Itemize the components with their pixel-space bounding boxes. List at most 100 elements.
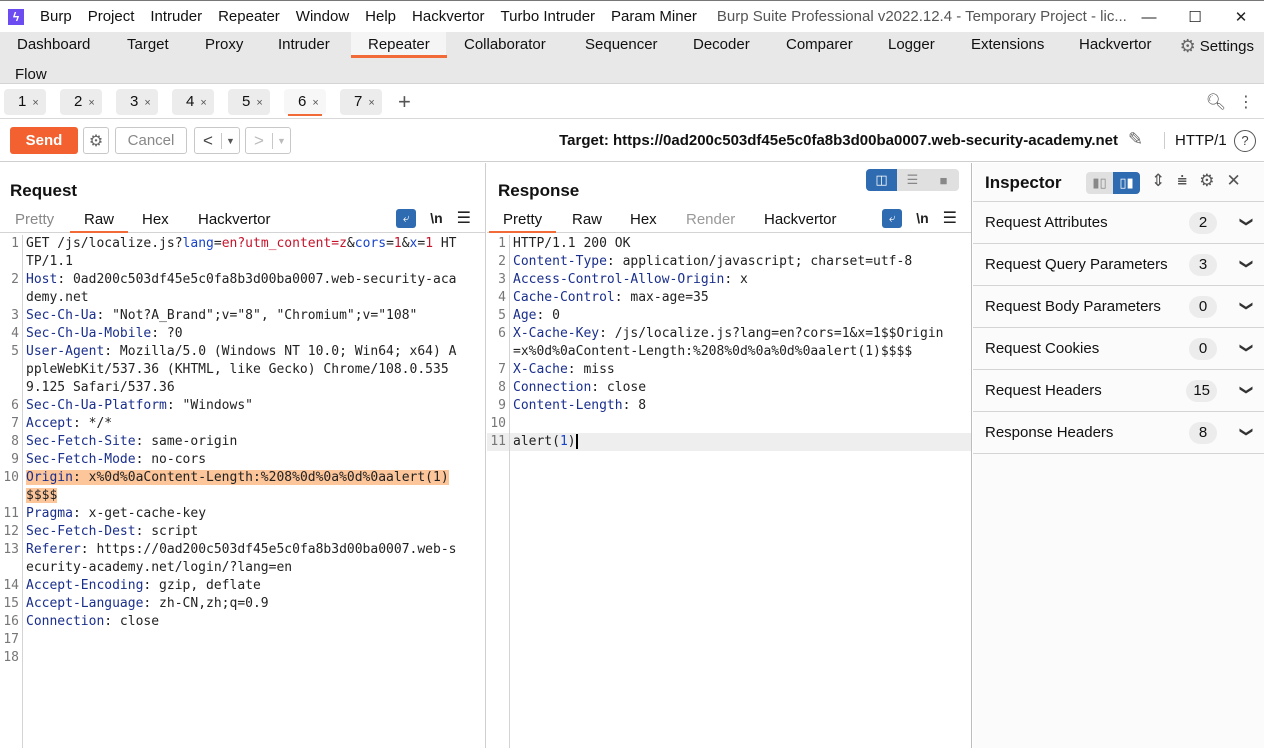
close-tab-icon[interactable]: × bbox=[200, 97, 206, 109]
inspector-section[interactable]: Request Body Parameters 0 ❯ bbox=[973, 286, 1264, 328]
dropdown-icon[interactable]: ▼ bbox=[221, 132, 239, 149]
code-line[interactable]: 8 Connection: close bbox=[487, 379, 971, 397]
menu-repeater[interactable]: Repeater bbox=[218, 8, 280, 25]
more-options-icon[interactable]: ⋮ bbox=[1238, 92, 1254, 112]
close-icon[interactable]: ✕ bbox=[1226, 171, 1240, 191]
tab-target[interactable]: Target bbox=[127, 32, 169, 58]
close-tab-icon[interactable]: × bbox=[312, 97, 318, 109]
code-line[interactable]: 3 Sec-Ch-Ua: "Not?A_Brand";v="8", "Chromi… bbox=[0, 307, 485, 325]
menu-turbo-intruder[interactable]: Turbo Intruder bbox=[501, 8, 596, 25]
code-line[interactable]: 15 Accept-Language: zh-CN,zh;q=0.9 bbox=[0, 595, 485, 613]
code-line[interactable]: 7 Accept: */* bbox=[0, 415, 485, 433]
response-tab-pretty[interactable]: Pretty bbox=[488, 211, 557, 233]
close-tab-icon[interactable]: × bbox=[88, 97, 94, 109]
chevron-down-icon[interactable]: ❯ bbox=[1239, 301, 1255, 312]
show-newlines-icon[interactable]: \n bbox=[430, 210, 442, 226]
request-tab-hackvertor[interactable]: Hackvertor bbox=[198, 211, 271, 228]
tab-comparer[interactable]: Comparer bbox=[786, 32, 853, 58]
chevron-down-icon[interactable]: ❯ bbox=[1239, 385, 1255, 396]
menu-burp[interactable]: Burp bbox=[40, 8, 72, 25]
code-line[interactable]: 11 alert(1) bbox=[487, 433, 971, 451]
code-line[interactable]: 5 Age: 0 bbox=[487, 307, 971, 325]
code-line[interactable]: 2 Content-Type: application/javascript; c… bbox=[487, 253, 971, 271]
edit-target-icon[interactable]: ✎ bbox=[1128, 129, 1143, 150]
show-newlines-icon[interactable]: \n bbox=[916, 210, 928, 226]
code-line[interactable]: 6 Sec-Ch-Ua-Platform: "Windows" bbox=[0, 397, 485, 415]
request-tab-pretty[interactable]: Pretty bbox=[15, 211, 54, 228]
chevron-down-icon[interactable]: ❯ bbox=[1239, 427, 1255, 438]
tab-dashboard[interactable]: Dashboard bbox=[17, 32, 90, 58]
code-line[interactable]: 1 GET /js/localize.js?lang=en?utm_content… bbox=[0, 235, 485, 271]
inspector-section[interactable]: Request Query Parameters 3 ❯ bbox=[973, 244, 1264, 286]
response-editor[interactable]: 1 HTTP/1.1 200 OK 2 Content-Type: applicati… bbox=[487, 235, 971, 748]
tab-proxy[interactable]: Proxy bbox=[205, 32, 243, 58]
code-line[interactable]: 1 HTTP/1.1 200 OK bbox=[487, 235, 971, 253]
inspector-section[interactable]: Response Headers 8 ❯ bbox=[973, 412, 1264, 454]
response-tab-hex[interactable]: Hex bbox=[630, 211, 657, 228]
word-wrap-icon[interactable]: ⤶ bbox=[396, 208, 417, 228]
collapse-all-icon[interactable]: ⩧ bbox=[1177, 171, 1187, 191]
tab-sequencer[interactable]: Sequencer bbox=[585, 32, 658, 58]
settings-button[interactable]: ⚙ Settings bbox=[1180, 36, 1254, 57]
inspector-section[interactable]: Request Attributes 2 ❯ bbox=[973, 202, 1264, 244]
request-editor[interactable]: 1 GET /js/localize.js?lang=en?utm_content… bbox=[0, 235, 485, 748]
repeater-tab[interactable]: 4 × bbox=[172, 89, 214, 115]
cancel-button[interactable]: Cancel bbox=[115, 127, 187, 154]
tab-decoder[interactable]: Decoder bbox=[693, 32, 750, 58]
repeater-tab[interactable]: 2 × bbox=[60, 89, 102, 115]
code-line[interactable]: 9 Content-Length: 8 bbox=[487, 397, 971, 415]
code-line[interactable]: 3 Access-Control-Allow-Origin: x bbox=[487, 271, 971, 289]
dock-right-icon[interactable]: ▯▮ bbox=[1113, 172, 1140, 194]
add-tab-button[interactable]: + bbox=[398, 89, 411, 115]
close-tab-icon[interactable]: × bbox=[144, 97, 150, 109]
code-line[interactable]: 10 bbox=[487, 415, 971, 433]
tab-collaborator[interactable]: Collaborator bbox=[464, 32, 546, 58]
code-line[interactable]: 2 Host: 0ad200c503df45e5c0fa8b3d00ba0007.… bbox=[0, 271, 485, 307]
tabs-layout-icon[interactable]: ■ bbox=[928, 169, 959, 191]
close-tab-icon[interactable]: × bbox=[256, 97, 262, 109]
code-line[interactable]: 18 bbox=[0, 649, 485, 667]
menu-intruder[interactable]: Intruder bbox=[150, 8, 202, 25]
tab-logger[interactable]: Logger bbox=[888, 32, 935, 58]
side-by-side-layout-icon[interactable]: ◫ bbox=[866, 169, 897, 191]
dropdown-icon[interactable]: ▼ bbox=[272, 132, 290, 149]
menu-window[interactable]: Window bbox=[296, 8, 349, 25]
code-line[interactable]: 16 Connection: close bbox=[0, 613, 485, 631]
repeater-tab-active[interactable]: 6 × bbox=[284, 89, 326, 116]
close-tab-icon[interactable]: × bbox=[368, 97, 374, 109]
inspector-section[interactable]: Request Headers 15 ❯ bbox=[973, 370, 1264, 412]
code-line[interactable]: 11 Pragma: x-get-cache-key bbox=[0, 505, 485, 523]
code-line[interactable]: 6 X-Cache-Key: /js/localize.js?lang=en?co… bbox=[487, 325, 971, 361]
code-line[interactable]: 4 Cache-Control: max-age=35 bbox=[487, 289, 971, 307]
close-window-button[interactable]: ✕ bbox=[1218, 1, 1264, 33]
close-tab-icon[interactable]: × bbox=[32, 97, 38, 109]
top-bottom-layout-icon[interactable]: ☰ bbox=[897, 169, 928, 191]
chevron-down-icon[interactable]: ❯ bbox=[1239, 343, 1255, 354]
response-tab-hackvertor[interactable]: Hackvertor bbox=[764, 211, 837, 228]
menu-help[interactable]: Help bbox=[365, 8, 396, 25]
tab-extensions[interactable]: Extensions bbox=[971, 32, 1044, 58]
repeater-tab[interactable]: 7 × bbox=[340, 89, 382, 115]
code-line[interactable]: 10 Origin: x%0d%0aContent-Length:%208%0d%… bbox=[0, 469, 485, 505]
hamburger-menu-icon[interactable]: ☰ bbox=[457, 208, 471, 228]
code-line[interactable]: 8 Sec-Fetch-Site: same-origin bbox=[0, 433, 485, 451]
repeater-tab[interactable]: 3 × bbox=[116, 89, 158, 115]
hamburger-menu-icon[interactable]: ☰ bbox=[943, 208, 957, 228]
tab-flow[interactable]: Flow bbox=[15, 62, 47, 88]
gear-icon[interactable]: ⚙ bbox=[1199, 171, 1214, 191]
http-version-toggle[interactable]: HTTP/1 bbox=[1164, 132, 1227, 149]
search-icon[interactable]: 🔍︎ bbox=[1206, 92, 1226, 112]
code-line[interactable]: 14 Accept-Encoding: gzip, deflate bbox=[0, 577, 485, 595]
code-line[interactable]: 7 X-Cache: miss bbox=[487, 361, 971, 379]
chevron-down-icon[interactable]: ❯ bbox=[1239, 259, 1255, 270]
minimize-button[interactable]: — bbox=[1126, 1, 1172, 33]
send-button[interactable]: Send bbox=[10, 127, 78, 154]
inspector-section[interactable]: Request Cookies 0 ❯ bbox=[973, 328, 1264, 370]
history-forward-button[interactable]: > ▼ bbox=[245, 127, 291, 154]
menu-param-miner[interactable]: Param Miner bbox=[611, 8, 697, 25]
dock-left-icon[interactable]: ▮▯ bbox=[1086, 172, 1113, 194]
response-tab-render[interactable]: Render bbox=[686, 211, 735, 228]
maximize-button[interactable]: ☐ bbox=[1172, 1, 1218, 33]
code-line[interactable]: 13 Referer: https://0ad200c503df45e5c0fa8… bbox=[0, 541, 485, 577]
response-tab-raw[interactable]: Raw bbox=[572, 211, 602, 228]
